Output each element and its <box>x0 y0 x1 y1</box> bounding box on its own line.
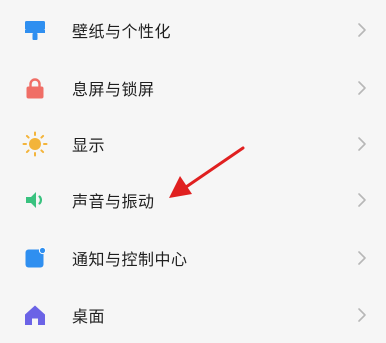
home-icon <box>22 302 48 328</box>
settings-item-label: 显示 <box>72 136 106 155</box>
settings-item-sound[interactable]: 声音与振动 <box>0 172 386 228</box>
settings-item-lockscreen[interactable]: 息屏与锁屏 <box>0 60 386 116</box>
settings-item-notifications[interactable]: 通知与控制中心 <box>0 230 386 286</box>
sun-icon <box>22 131 48 157</box>
chevron-right-icon <box>358 251 366 265</box>
notification-icon <box>22 245 48 271</box>
chevron-right-icon <box>358 193 366 207</box>
chevron-right-icon <box>358 81 366 95</box>
settings-item-display[interactable]: 显示 <box>0 116 386 172</box>
wallpaper-icon <box>22 17 48 43</box>
chevron-right-icon <box>358 23 366 37</box>
chevron-right-icon <box>358 137 366 151</box>
settings-item-label: 壁纸与个性化 <box>72 22 172 41</box>
speaker-icon <box>22 187 48 213</box>
settings-item-wallpaper[interactable]: 壁纸与个性化 <box>0 2 386 58</box>
settings-item-label: 通知与控制中心 <box>72 250 188 269</box>
chevron-right-icon <box>358 308 366 322</box>
settings-item-label: 息屏与锁屏 <box>72 80 155 99</box>
lock-icon <box>22 75 48 101</box>
settings-item-label: 桌面 <box>72 307 106 326</box>
settings-item-label: 声音与振动 <box>72 192 155 211</box>
settings-list: 壁纸与个性化 息屏与锁屏 显示 声音与振动 通知与控制中心 桌面 <box>0 0 386 335</box>
